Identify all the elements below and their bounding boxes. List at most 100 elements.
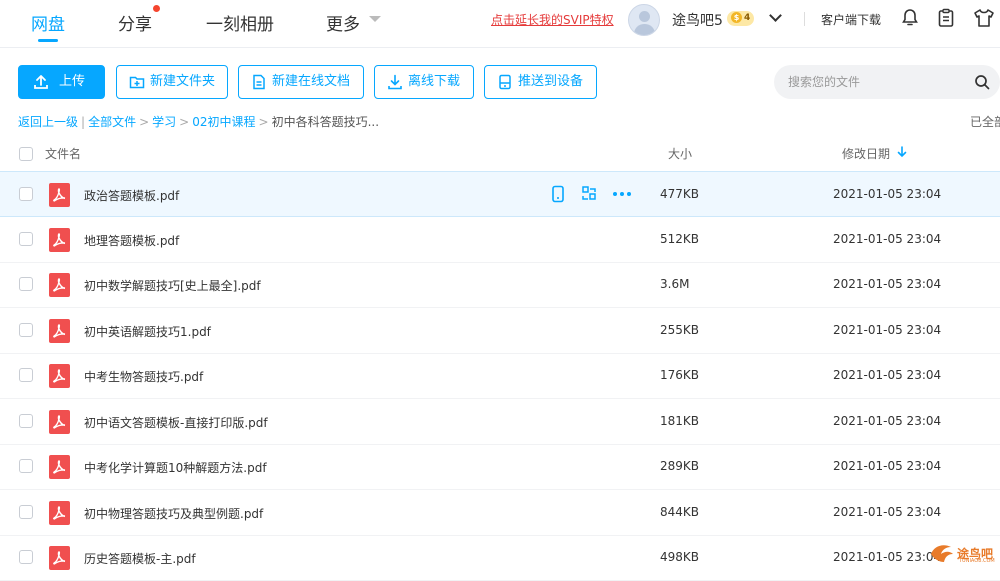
file-list-header: 文件名 大小 修改日期 [0, 138, 1000, 170]
active-tab-indicator [38, 39, 58, 42]
breadcrumb-separator: | [81, 115, 86, 129]
bird-logo-icon [931, 545, 953, 562]
nav-tab-share[interactable]: 分享 [118, 10, 152, 35]
file-row[interactable]: 初中数学解题技巧[史上最全].pdf 3.6M 2021-01-05 23:04 [0, 262, 1000, 308]
file-name[interactable]: 初中英语解题技巧1.pdf [84, 323, 211, 340]
file-name[interactable]: 地理答题模板.pdf [84, 232, 179, 249]
offline-download-label: 离线下载 [408, 74, 461, 89]
file-name[interactable]: 政治答题模板.pdf [84, 187, 179, 204]
breadcrumb-separator: > [258, 115, 269, 129]
vip-level-badge: $4 [727, 11, 755, 26]
file-modified-date: 2021-01-05 23:04 [833, 414, 942, 428]
upload-label: 上传 [59, 74, 86, 89]
file-row[interactable]: 历史答题模板-主.pdf 498KB 2021-01-05 23:04 [0, 535, 1000, 581]
upload-button[interactable]: 上传 [18, 65, 105, 99]
download-icon [388, 74, 402, 90]
device-push-icon [499, 74, 511, 90]
row-checkbox[interactable] [19, 459, 33, 473]
document-icon [253, 74, 265, 90]
file-row[interactable]: 初中语文答题模板-直接打印版.pdf 181KB 2021-01-05 23:0… [0, 399, 1000, 445]
search-input[interactable] [788, 72, 958, 92]
breadcrumb-item-all-files[interactable]: 全部文件 [88, 113, 136, 130]
file-size: 477KB [660, 187, 700, 201]
file-modified-date: 2021-01-05 23:04 [833, 187, 942, 201]
clipboard-icon[interactable] [936, 8, 958, 30]
pdf-file-icon [49, 319, 70, 343]
more-options-icon[interactable] [612, 191, 632, 197]
row-checkbox[interactable] [19, 187, 33, 201]
new-online-doc-button[interactable]: 新建在线文档 [238, 65, 364, 99]
vip-coin-icon: $ [731, 12, 742, 23]
file-row[interactable]: 初中英语解题技巧1.pdf 255KB 2021-01-05 23:04 [0, 308, 1000, 354]
nav-tab-more[interactable]: 更多 [326, 10, 360, 35]
row-checkbox[interactable] [19, 232, 33, 246]
file-name[interactable]: 初中数学解题技巧[史上最全].pdf [84, 277, 261, 294]
more-caret-icon[interactable] [369, 16, 381, 22]
share-link-icon[interactable] [581, 185, 597, 203]
new-folder-button[interactable]: 新建文件夹 [116, 65, 228, 99]
watermark-subtext: TUNIAO8.COM [959, 558, 995, 564]
file-name[interactable]: 中考生物答题技巧.pdf [84, 368, 203, 385]
file-size: 255KB [660, 323, 700, 337]
push-to-device-label: 推送到设备 [518, 74, 584, 89]
shirt-icon[interactable] [973, 8, 995, 30]
breadcrumb-separator: > [179, 115, 190, 129]
search-icon[interactable] [974, 74, 990, 90]
file-name[interactable]: 初中物理答题技巧及典型例题.pdf [84, 505, 263, 522]
row-checkbox[interactable] [19, 505, 33, 519]
row-checkbox[interactable] [19, 368, 33, 382]
column-header-date[interactable]: 修改日期 [842, 145, 890, 162]
nav-tab-album[interactable]: 一刻相册 [206, 10, 274, 35]
search-box [774, 65, 1000, 99]
select-all-checkbox[interactable] [19, 147, 33, 161]
file-row[interactable]: 中考化学计算题10种解题方法.pdf 289KB 2021-01-05 23:0… [0, 444, 1000, 490]
push-to-device-button[interactable]: 推送到设备 [484, 65, 597, 99]
file-modified-date: 2021-01-05 23:04 [833, 277, 942, 291]
row-checkbox[interactable] [19, 323, 33, 337]
file-name[interactable]: 初中语文答题模板-直接打印版.pdf [84, 414, 268, 431]
pdf-file-icon [49, 228, 70, 252]
file-size: 176KB [660, 368, 700, 382]
column-header-name[interactable]: 文件名 [45, 145, 81, 162]
file-row[interactable]: 政治答题模板.pdf 477KB 2021-01-05 23:04 [0, 171, 1000, 217]
breadcrumb-back-link[interactable]: 返回上一级 [18, 113, 78, 130]
breadcrumb-current: 初中各科答题技巧... [271, 115, 380, 129]
breadcrumb-separator: > [139, 115, 150, 129]
file-size: 289KB [660, 459, 700, 473]
pdf-file-icon [49, 364, 70, 388]
top-navigation-bar: 网盘 分享 一刻相册 更多 点击延长我的SVIP特权 途鸟吧5 $4 客户端下载 [0, 0, 1000, 48]
sort-down-icon[interactable] [897, 146, 907, 158]
phone-icon[interactable] [551, 185, 565, 203]
file-size: 844KB [660, 505, 700, 519]
breadcrumb: 返回上一级 | 全部文件 > 学习 >02初中课程 > 初中各科答题技巧... [18, 113, 379, 130]
pdf-file-icon [49, 410, 70, 434]
loaded-status: 已全部 [970, 115, 1000, 129]
chevron-down-icon[interactable] [769, 9, 782, 22]
row-checkbox[interactable] [19, 414, 33, 428]
file-name[interactable]: 历史答题模板-主.pdf [84, 550, 196, 567]
breadcrumb-item-study[interactable]: 学习 [152, 113, 176, 130]
folder-plus-icon [129, 76, 145, 89]
username[interactable]: 途鸟吧5 [672, 10, 723, 30]
column-header-size[interactable]: 大小 [668, 145, 692, 162]
file-row[interactable]: 中考生物答题技巧.pdf 176KB 2021-01-05 23:04 [0, 353, 1000, 399]
file-row[interactable]: 地理答题模板.pdf 512KB 2021-01-05 23:04 [0, 217, 1000, 263]
new-online-doc-label: 新建在线文档 [272, 74, 351, 89]
pdf-file-icon [49, 273, 70, 297]
nav-tab-netdisk[interactable]: 网盘 [31, 10, 65, 35]
file-size: 512KB [660, 232, 700, 246]
file-row[interactable]: 初中物理答题技巧及典型例题.pdf 844KB 2021-01-05 23:04 [0, 490, 1000, 536]
vip-level: 4 [744, 13, 751, 23]
row-checkbox[interactable] [19, 277, 33, 291]
bell-icon[interactable] [900, 8, 922, 30]
share-notification-dot [153, 5, 160, 12]
svip-renew-link[interactable]: 点击延长我的SVIP特权 [491, 11, 614, 28]
file-name[interactable]: 中考化学计算题10种解题方法.pdf [84, 459, 267, 476]
user-avatar[interactable] [628, 4, 660, 36]
row-checkbox[interactable] [19, 550, 33, 564]
file-modified-date: 2021-01-05 23:04 [833, 232, 942, 246]
file-modified-date: 2021-01-05 23:04 [833, 459, 942, 473]
offline-download-button[interactable]: 离线下载 [374, 65, 474, 99]
breadcrumb-item-course[interactable]: 02初中课程 [192, 113, 255, 130]
client-download-link[interactable]: 客户端下载 [821, 11, 881, 28]
